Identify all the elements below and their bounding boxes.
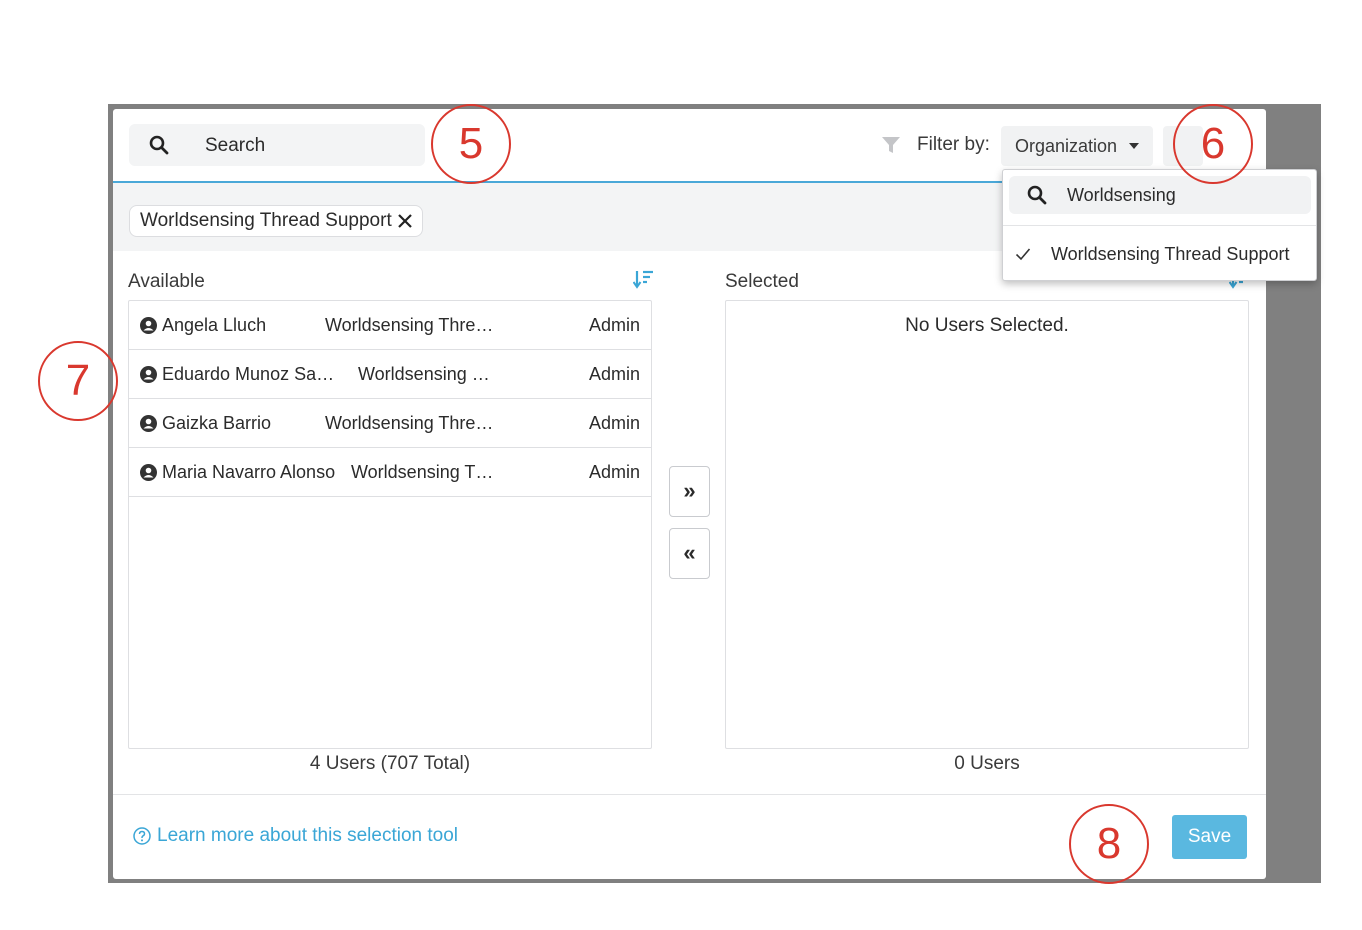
available-count: 4 Users (707 Total) [309,753,471,774]
user-row[interactable]: Maria Navarro Alonso Worldsensing T… Adm… [129,448,651,497]
user-icon [140,317,157,334]
organization-filter-dropdown[interactable]: Organization [1001,126,1153,166]
user-organization: Worldsensing … [358,364,490,384]
user-row[interactable]: Angela Lluch Worldsensing Thre… Admin [129,301,651,350]
save-button[interactable]: Save [1172,815,1247,859]
organization-search-input[interactable]: Worldsensing [1009,176,1311,214]
footer-divider [113,794,1266,795]
help-link[interactable]: Learn more about this selection tool [157,825,458,847]
organization-option-label: Worldsensing Thread Support [1051,244,1290,264]
empty-selection-message: No Users Selected. [905,315,1069,336]
callout-6: 6 [1173,104,1253,184]
search-icon [149,135,169,155]
organization-filter-label: Organization [1015,136,1118,156]
user-role: Admin [588,315,640,335]
dropdown-divider [1003,225,1316,226]
user-organization: Worldsensing T… [351,462,494,482]
organization-option[interactable]: Worldsensing Thread Support [1003,236,1316,272]
filter-icon [882,137,900,153]
user-row[interactable]: Eduardo Munoz Sa… Worldsensing … Admin [129,350,651,399]
callout-8: 8 [1069,804,1149,884]
selected-count: 0 Users [954,753,1020,774]
user-role: Admin [588,413,640,433]
sort-icon[interactable] [633,269,655,289]
callout-7: 7 [38,341,118,421]
selected-list[interactable]: No Users Selected. [725,300,1249,749]
search-placeholder: Search [205,135,266,156]
user-role: Admin [588,364,640,384]
selected-title: Selected [725,271,799,292]
user-row[interactable]: Gaizka Barrio Worldsensing Thre… Admin [129,399,651,448]
filter-chip-label: Worldsensing Thread Support [140,210,392,231]
callout-5: 5 [431,104,511,184]
remove-all-button[interactable]: « [669,528,710,579]
user-icon [140,464,157,481]
user-name: Gaizka Barrio [162,413,272,433]
user-icon [140,415,157,432]
caret-down-icon [1129,143,1139,149]
user-organization: Worldsensing Thre… [325,413,494,433]
check-icon [1015,248,1031,261]
user-name: Eduardo Munoz Sa… [162,364,335,384]
user-organization: Worldsensing Thre… [325,315,494,335]
organization-dropdown-menu: Worldsensing Worldsensing Thread Support [1002,169,1317,281]
close-icon[interactable] [396,212,414,230]
available-title: Available [128,271,205,292]
filter-chip: Worldsensing Thread Support [129,205,423,237]
search-input[interactable]: Search [129,124,425,166]
user-name: Angela Lluch [162,315,267,335]
user-role: Admin [588,462,640,482]
available-list[interactable]: Angela Lluch Worldsensing Thre… Admin Ed… [128,300,652,749]
filter-label: Filter by: [917,134,990,155]
search-icon [1027,185,1047,205]
user-icon [140,366,157,383]
user-name: Maria Navarro Alonso [162,462,336,482]
add-all-button[interactable]: » [669,466,710,517]
organization-search-value: Worldsensing [1067,185,1176,205]
help-icon [133,827,151,845]
